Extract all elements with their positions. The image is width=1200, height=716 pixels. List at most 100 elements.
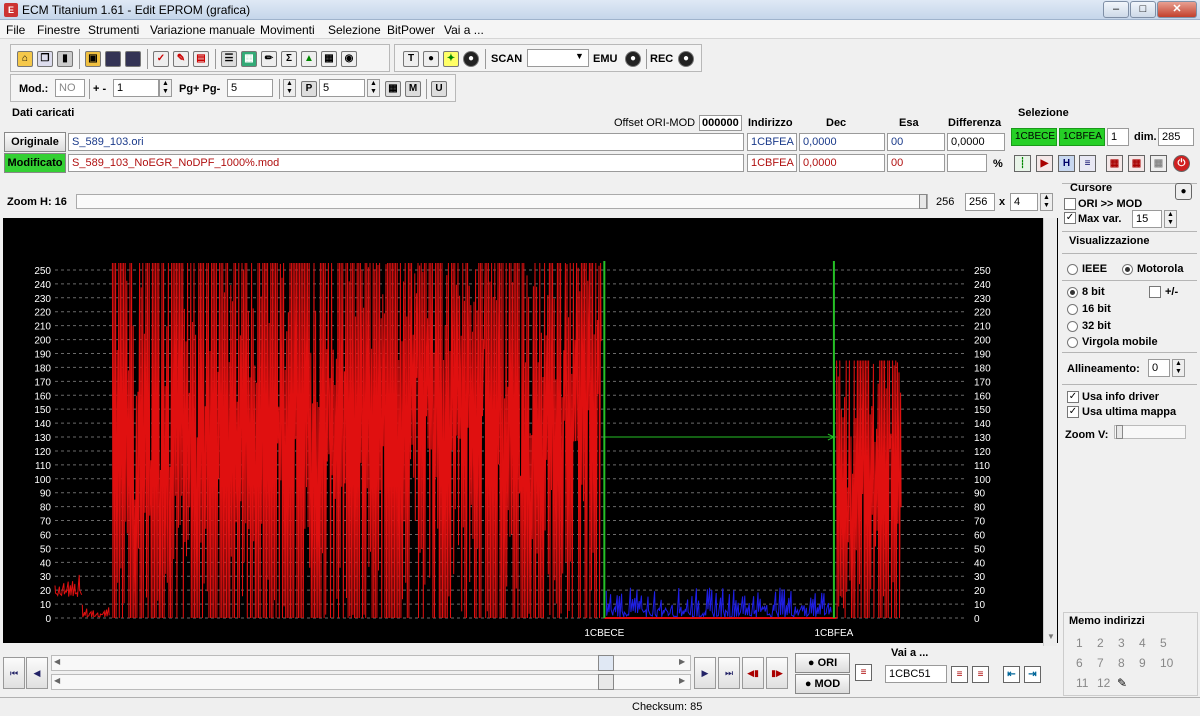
memo-slot-9[interactable]: 9 bbox=[1139, 656, 1146, 670]
minimize-button[interactable]: – bbox=[1103, 1, 1129, 18]
ieee-radio[interactable] bbox=[1067, 264, 1078, 275]
chart-area[interactable]: 0 0 10 10 20 20 30 30 40 40 50 50 60 60 70 70 80 80 90 90 10… bbox=[3, 218, 1058, 643]
checklist-icon[interactable]: ✓ bbox=[153, 51, 169, 67]
selection-start[interactable]: 1CBECE bbox=[1011, 128, 1057, 146]
mod-dec[interactable]: 0,0000 bbox=[799, 154, 885, 172]
bit8-radio[interactable] bbox=[1067, 287, 1078, 298]
zoom-h-thumb[interactable] bbox=[919, 194, 927, 209]
align-spinner[interactable]: ▲ ▼ bbox=[1172, 359, 1185, 377]
menu-variazione-manuale[interactable]: Variazione manuale bbox=[150, 23, 255, 37]
hscroll-bottom[interactable]: ◀ ▶ bbox=[51, 674, 691, 690]
nav-diff-next-button[interactable]: ▮▶ bbox=[766, 657, 788, 689]
arrow-right-icon[interactable]: ⇥ bbox=[1024, 666, 1041, 683]
zoom-v-slider[interactable] bbox=[1114, 425, 1186, 439]
nav-first-button[interactable]: ⏮ bbox=[3, 657, 25, 689]
nav-next-button[interactable]: ▶ bbox=[694, 657, 716, 689]
copy-icon[interactable]: ▮ bbox=[57, 51, 73, 67]
record-dot-icon[interactable]: ● bbox=[463, 51, 479, 67]
copy-mod-icon[interactable]: ▦ bbox=[1128, 155, 1145, 172]
maximize-button[interactable]: □ bbox=[1130, 1, 1156, 18]
mod-field[interactable]: NO bbox=[55, 79, 85, 97]
scroll-down-icon[interactable]: ▼ bbox=[1047, 632, 1055, 641]
emu-button-icon[interactable]: ● bbox=[625, 51, 641, 67]
memo-slot-11[interactable]: 11 bbox=[1076, 676, 1088, 690]
maxvar-spinner[interactable]: ▲ ▼ bbox=[1164, 210, 1177, 228]
p-spinner[interactable]: ▲ ▼ bbox=[367, 79, 380, 97]
save-as-icon[interactable] bbox=[125, 51, 141, 67]
arrow-left-icon[interactable]: ⇤ bbox=[1003, 666, 1020, 683]
menu-file[interactable]: File bbox=[6, 23, 25, 37]
memo-slot-3[interactable]: 3 bbox=[1118, 636, 1125, 650]
save-icon[interactable] bbox=[105, 51, 121, 67]
modificato-button[interactable]: Modificato bbox=[4, 153, 66, 173]
nav-prev-button[interactable]: ◀ bbox=[26, 657, 48, 689]
goto-ori-icon[interactable]: ≡ bbox=[951, 666, 968, 683]
memo-slot-12[interactable]: 12 bbox=[1097, 676, 1110, 690]
ori-dec[interactable]: 0,0000 bbox=[799, 133, 885, 151]
bit16-radio[interactable] bbox=[1067, 304, 1078, 315]
zoom-mult[interactable]: 4 bbox=[1010, 193, 1038, 211]
mod-esa[interactable]: 00 bbox=[887, 154, 945, 172]
select-range-icon[interactable]: H bbox=[1058, 155, 1075, 172]
hex-graph[interactable]: 0 0 10 10 20 20 30 30 40 40 50 50 60 60 70 70 80 80 90 90 10… bbox=[3, 218, 1058, 643]
zoom-val2[interactable]: 256 bbox=[965, 193, 995, 211]
ori-button[interactable]: ● ORI bbox=[795, 653, 850, 673]
scroll-left-icon[interactable]: ◀ bbox=[54, 657, 60, 666]
grid-icon[interactable]: ▦ bbox=[385, 81, 401, 97]
bit32-radio[interactable] bbox=[1067, 321, 1078, 332]
calculator-icon[interactable]: ▦ bbox=[241, 51, 257, 67]
float-radio[interactable] bbox=[1067, 337, 1078, 348]
maxvar-checkbox[interactable]: ✓ bbox=[1064, 212, 1076, 224]
menu-bitpower[interactable]: BitPower bbox=[387, 23, 435, 37]
menu-selezione[interactable]: Selezione bbox=[328, 23, 381, 37]
ori-address[interactable]: 1CBFEA bbox=[747, 133, 797, 151]
select-left-icon[interactable]: ┊ bbox=[1014, 155, 1031, 172]
hscroll-top-thumb[interactable] bbox=[598, 655, 614, 671]
memo-edit-icon[interactable]: ✎ bbox=[1117, 676, 1127, 690]
zoom-h-slider[interactable] bbox=[76, 194, 928, 209]
power-icon[interactable]: ⏻ bbox=[1173, 155, 1190, 172]
goto-mod-icon[interactable]: ≡ bbox=[972, 666, 989, 683]
binoculars-icon[interactable]: ◉ bbox=[341, 51, 357, 67]
chart-tool-icon[interactable]: ▲ bbox=[301, 51, 317, 67]
table-icon[interactable]: ▦ bbox=[321, 51, 337, 67]
menu-strumenti[interactable]: Strumenti bbox=[88, 23, 139, 37]
date-icon[interactable]: ▤ bbox=[193, 51, 209, 67]
ori-mod-checkbox[interactable] bbox=[1064, 198, 1076, 210]
windows-icon[interactable]: ❐ bbox=[37, 51, 53, 67]
text-icon[interactable]: T bbox=[403, 51, 419, 67]
motorola-radio[interactable] bbox=[1122, 264, 1133, 275]
menu-movimenti[interactable]: Movimenti bbox=[260, 23, 315, 37]
scroll-right-icon-2[interactable]: ▶ bbox=[679, 676, 685, 685]
edit-icon[interactable]: ✎ bbox=[173, 51, 189, 67]
close-button[interactable]: ✕ bbox=[1157, 1, 1197, 18]
hscroll-bottom-thumb[interactable] bbox=[598, 674, 614, 690]
use-last-map-checkbox[interactable]: ✓ bbox=[1067, 406, 1079, 418]
menu-vai-a[interactable]: Vai a ... bbox=[444, 23, 484, 37]
originale-button[interactable]: Originale bbox=[4, 132, 66, 152]
memo-slot-2[interactable]: 2 bbox=[1097, 636, 1104, 650]
align-field[interactable]: 0 bbox=[1148, 359, 1170, 377]
memo-slot-8[interactable]: 8 bbox=[1118, 656, 1125, 670]
plusminus-checkbox[interactable] bbox=[1149, 286, 1161, 298]
flag-icon[interactable]: ≡ bbox=[855, 664, 872, 681]
use-driver-checkbox[interactable]: ✓ bbox=[1067, 391, 1079, 403]
copy-ori-icon[interactable]: ▦ bbox=[1106, 155, 1123, 172]
memo-slot-1[interactable]: 1 bbox=[1076, 636, 1083, 650]
home-icon[interactable]: ⌂ bbox=[17, 51, 33, 67]
memo-slot-4[interactable]: 4 bbox=[1139, 636, 1146, 650]
memo-slot-7[interactable]: 7 bbox=[1097, 656, 1104, 670]
scroll-right-icon[interactable]: ▶ bbox=[679, 657, 685, 666]
pencil-icon[interactable]: ✏ bbox=[261, 51, 277, 67]
scroll-left-icon-2[interactable]: ◀ bbox=[54, 676, 60, 685]
p-field[interactable]: 5 bbox=[319, 79, 365, 97]
page-field[interactable]: 5 bbox=[227, 79, 273, 97]
u-icon[interactable]: U bbox=[431, 81, 447, 97]
nav-last-button[interactable]: ⏭ bbox=[718, 657, 740, 689]
padlock-icon[interactable]: ● bbox=[1175, 183, 1192, 200]
compare-icon[interactable]: ☰ bbox=[221, 51, 237, 67]
zoom-spinner[interactable]: ▲ ▼ bbox=[1040, 193, 1053, 211]
ori-esa[interactable]: 00 bbox=[887, 133, 945, 151]
goto-field[interactable]: 1CBC51 bbox=[885, 665, 947, 683]
runner-icon[interactable]: ✦ bbox=[443, 51, 459, 67]
